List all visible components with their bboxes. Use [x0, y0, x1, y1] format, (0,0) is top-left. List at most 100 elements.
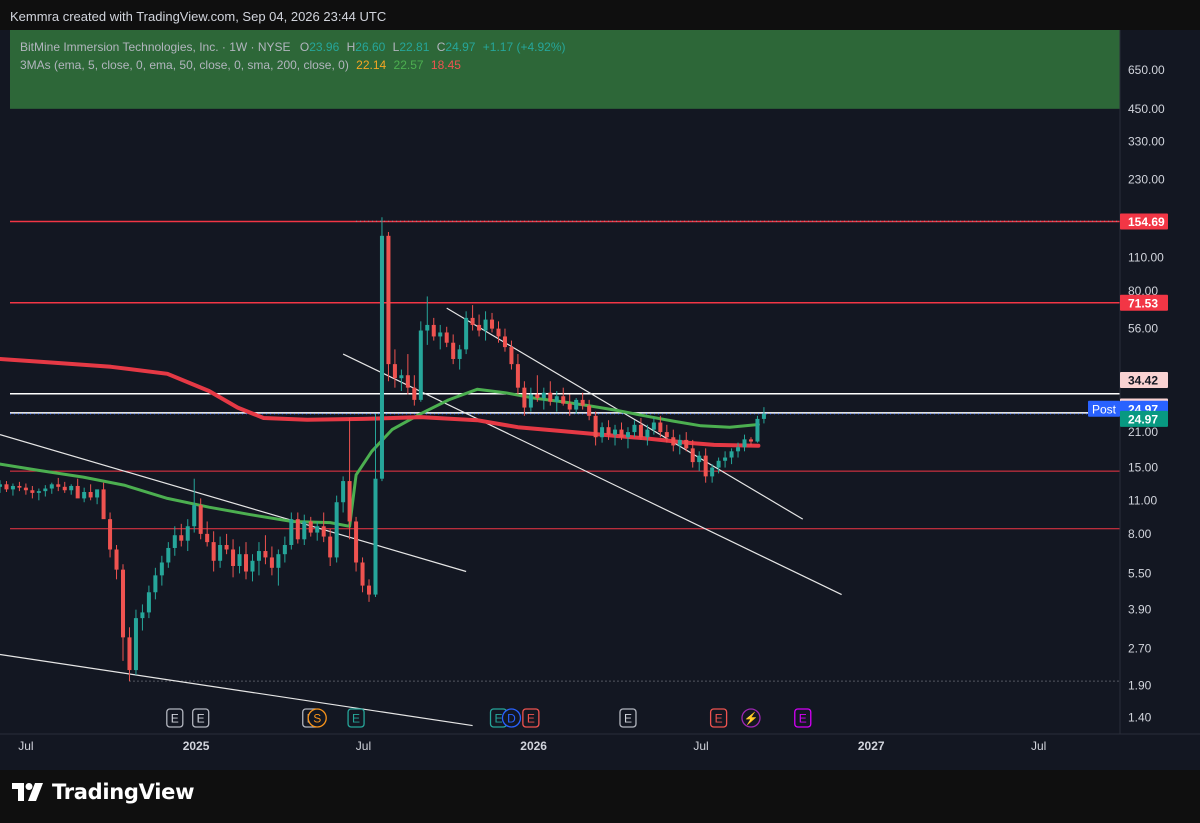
candle-body-45 — [289, 519, 294, 546]
candle-body-94 — [606, 427, 611, 435]
price-label-1: 71.53 — [1128, 296, 1158, 310]
candle-body-33 — [211, 542, 216, 561]
event-marker-label-1: E — [197, 712, 205, 726]
event-marker-label-0: E — [171, 712, 179, 726]
y-tick-label-10: 8.00 — [1128, 527, 1152, 541]
candle-body-109 — [703, 455, 708, 477]
candle-body-89 — [574, 399, 579, 410]
candle-body-65 — [418, 330, 423, 400]
candle-body-5 — [30, 490, 35, 493]
candle-body-72 — [464, 317, 469, 350]
price-label-5: 24.97 — [1128, 412, 1158, 426]
candle-body-37 — [237, 554, 242, 567]
candle-body-85 — [548, 392, 553, 402]
legend-low-value: 22.81 — [399, 40, 430, 54]
attribution-text: Kemmra created with TradingView.com, Sep… — [10, 9, 387, 24]
price-label-0: 154.69 — [1128, 215, 1165, 229]
candle-body-84 — [541, 392, 546, 399]
candle-body-55 — [354, 521, 359, 563]
x-tick-label-3: 2026 — [520, 739, 547, 753]
candle-body-30 — [192, 505, 197, 527]
candle-body-106 — [684, 439, 689, 449]
candle-body-28 — [179, 535, 184, 541]
candle-body-22 — [140, 612, 145, 619]
chart-legend: BitMine Immersion Technologies, Inc. · 1… — [20, 38, 566, 74]
candle-body-105 — [677, 439, 682, 446]
candle-body-51 — [328, 536, 333, 558]
price-label-2: 34.42 — [1128, 373, 1158, 387]
tradingview-logo[interactable]: TradingView — [12, 780, 194, 804]
candle-body-7 — [43, 488, 48, 492]
candle-body-100 — [645, 429, 650, 438]
candle-body-71 — [457, 349, 462, 359]
candle-body-44 — [282, 545, 287, 555]
candle-body-8 — [49, 484, 54, 489]
event-marker-label-5: E — [494, 712, 502, 726]
candle-body-75 — [483, 319, 488, 331]
candle-body-70 — [451, 342, 456, 359]
y-tick-label-11: 5.50 — [1128, 566, 1152, 580]
legend-open-label: O — [299, 40, 310, 54]
event-marker-label-3: S — [313, 712, 321, 726]
candle-body-11 — [69, 485, 74, 491]
candle-body-25 — [159, 562, 164, 576]
candle-body-83 — [535, 394, 540, 399]
candle-body-116 — [748, 439, 753, 442]
y-tick-label-8: 15.00 — [1128, 461, 1158, 475]
candle-body-4 — [23, 487, 28, 491]
candle-body-36 — [231, 549, 236, 567]
footer-bar: TradingView — [0, 770, 1200, 823]
attribution-bar: Kemmra created with TradingView.com, Sep… — [0, 0, 1200, 30]
candle-body-58 — [373, 478, 378, 595]
legend-ma-params[interactable]: 3MAs (ema, 5, close, 0, ema, 50, close, … — [20, 58, 349, 72]
candle-body-96 — [619, 429, 624, 438]
candle-body-16 — [101, 489, 106, 520]
candle-body-43 — [276, 554, 281, 568]
candle-body-42 — [269, 557, 274, 568]
candle-body-78 — [502, 336, 507, 348]
candle-body-14 — [88, 492, 93, 498]
candle-body-68 — [438, 332, 443, 337]
candle-body-82 — [528, 394, 533, 408]
event-marker-label-11: E — [799, 712, 807, 726]
candle-body-102 — [658, 422, 663, 433]
candle-body-97 — [625, 432, 630, 438]
candle-body-38 — [244, 554, 249, 572]
legend-symbol[interactable]: BitMine Immersion Technologies, Inc. · 1… — [20, 40, 291, 54]
price-chart[interactable]: EEESEEDEEE⚡E 650.00450.00330.00230.00110… — [0, 30, 1200, 770]
legend-ma-row[interactable]: 3MAs (ema, 5, close, 0, ema, 50, close, … — [20, 56, 566, 74]
candle-body-20 — [127, 637, 132, 671]
candle-body-93 — [600, 427, 605, 438]
y-tick-label-14: 1.90 — [1128, 679, 1152, 693]
event-marker-label-4: E — [352, 712, 360, 726]
candle-body-115 — [742, 439, 747, 448]
candle-body-62 — [399, 375, 404, 379]
candle-body-95 — [613, 429, 618, 435]
candle-body-108 — [697, 455, 702, 463]
candle-body-74 — [477, 324, 482, 331]
event-marker-label-7: E — [527, 712, 535, 726]
legend-ma2-value: 22.57 — [393, 58, 424, 72]
candle-body-15 — [95, 489, 100, 498]
candle-body-21 — [133, 618, 138, 671]
candle-body-61 — [392, 364, 397, 379]
candle-body-10 — [62, 486, 67, 491]
candle-body-80 — [515, 364, 520, 388]
candle-body-73 — [470, 317, 475, 325]
candle-body-114 — [736, 447, 741, 452]
candle-body-52 — [334, 502, 339, 558]
candle-body-23 — [146, 592, 151, 613]
candle-body-3 — [17, 485, 22, 488]
legend-ma3-value: 18.45 — [430, 58, 461, 72]
candle-body-69 — [444, 332, 449, 343]
candle-body-117 — [755, 418, 760, 442]
chart-area[interactable]: EEESEEDEEE⚡E 650.00450.00330.00230.00110… — [0, 30, 1200, 770]
candle-body-118 — [761, 413, 766, 419]
legend-open-value: 23.96 — [309, 40, 340, 54]
candle-body-92 — [593, 415, 598, 438]
legend-symbol-row[interactable]: BitMine Immersion Technologies, Inc. · 1… — [20, 38, 566, 56]
y-tick-label-7: 21.00 — [1128, 425, 1158, 439]
x-tick-label-0: Jul — [18, 739, 33, 753]
candle-body-90 — [580, 399, 585, 406]
candle-body-48 — [308, 521, 313, 533]
